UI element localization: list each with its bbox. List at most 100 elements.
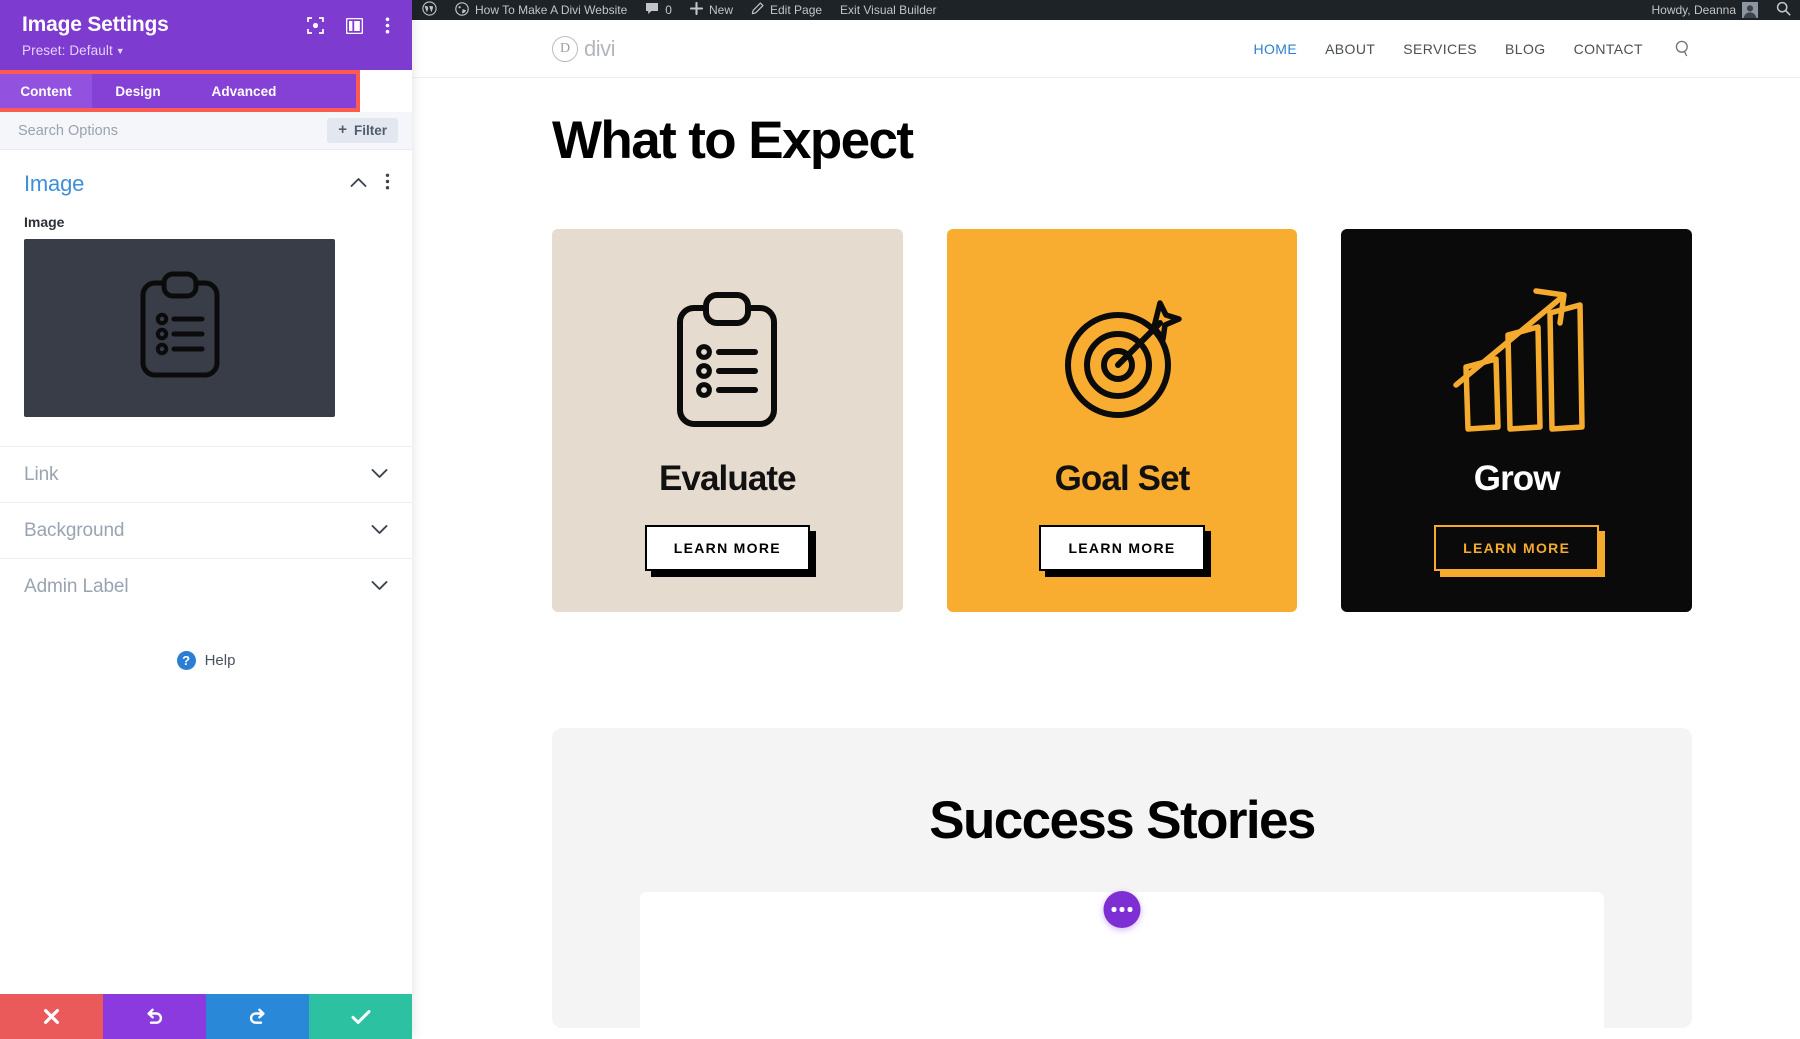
search-options-row: + Filter <box>0 112 412 151</box>
learn-more-button[interactable]: LEARN MORE <box>1039 525 1211 577</box>
chevron-up-icon[interactable] <box>350 175 367 193</box>
accordion-admin-label[interactable]: Admin Label <box>0 558 412 614</box>
ellipsis-dot <box>1127 907 1133 912</box>
new-content-menu[interactable]: New <box>681 0 742 20</box>
dashboard-icon <box>455 1 469 19</box>
image-settings-panel: Image Settings Preset: Default ▼ Content… <box>0 0 412 1039</box>
card-title: Grow <box>1473 459 1561 498</box>
check-icon <box>351 1009 371 1025</box>
exit-visual-builder-link[interactable]: Exit Visual Builder <box>831 0 946 20</box>
learn-more-label: LEARN MORE <box>1039 525 1205 571</box>
accordion-link[interactable]: Link <box>0 446 412 502</box>
cancel-button[interactable] <box>0 994 103 1039</box>
nav-item-about[interactable]: ABOUT <box>1325 41 1375 57</box>
tab-content[interactable]: Content <box>0 74 92 109</box>
target-dart-icon <box>1056 287 1188 435</box>
help-label: Help <box>204 652 236 670</box>
close-icon <box>43 1008 60 1025</box>
redo-icon <box>248 1007 267 1026</box>
chevron-down-icon <box>371 522 388 540</box>
nav-item-blog[interactable]: BLOG <box>1505 41 1546 57</box>
card-title: Evaluate <box>658 459 797 498</box>
undo-button[interactable] <box>103 994 206 1039</box>
nav-item-home[interactable]: HOME <box>1253 41 1297 57</box>
bar-chart-growth-icon <box>1444 287 1590 435</box>
wordpress-logo-icon <box>422 1 437 19</box>
feature-cards: Evaluate LEARN MORE Goal Set LEARN MORE … <box>552 229 1693 612</box>
chevron-down-icon <box>371 466 388 484</box>
module-options-fab[interactable] <box>1103 891 1141 928</box>
edit-page-link[interactable]: Edit Page <box>742 0 831 20</box>
learn-more-label: LEARN MORE <box>1434 525 1600 571</box>
settings-tabs: Content Design Advanced <box>0 74 356 109</box>
clipboard-checklist-icon <box>137 271 223 386</box>
success-stories-heading: Success Stories <box>929 791 1316 850</box>
account-menu[interactable]: Howdy, Deanna <box>1643 0 1768 20</box>
comments-menu[interactable]: 0 <box>636 0 681 20</box>
settings-panel-header: Image Settings Preset: Default ▼ <box>0 0 412 71</box>
image-upload-preview[interactable] <box>24 239 335 418</box>
undo-icon <box>145 1007 164 1026</box>
settings-panel-body: Image Image Link Background Admin Label … <box>0 150 412 994</box>
site-name-label: How To Make A Divi Website <box>475 3 628 17</box>
site-name-menu[interactable]: How To Make A Divi Website <box>446 0 636 20</box>
image-section-header: Image <box>0 150 412 203</box>
nav-item-contact[interactable]: CONTACT <box>1574 41 1643 57</box>
accordion-admin-label-label: Admin Label <box>24 575 129 597</box>
search-icon[interactable] <box>1675 40 1692 57</box>
plus-icon: + <box>338 121 347 139</box>
image-section-kebab-icon[interactable] <box>385 173 390 195</box>
filter-button-label: Filter <box>353 123 387 139</box>
comments-count: 0 <box>665 3 672 17</box>
divi-visual-builder-screen: Image Settings Preset: Default ▼ Content… <box>0 0 1800 1039</box>
feature-card-goal-set[interactable]: Goal Set LEARN MORE <box>946 229 1298 612</box>
help-button[interactable]: ? Help <box>0 651 412 671</box>
wordpress-admin-bar: How To Make A Divi Website 0 New Edit Pa… <box>412 0 1800 20</box>
success-panel: Success Stories <box>552 728 1692 1032</box>
howdy-label: Howdy, Deanna <box>1651 3 1737 17</box>
question-mark-icon: ? <box>176 651 196 671</box>
clipboard-checklist-icon <box>672 287 782 435</box>
primary-nav: HOME ABOUT SERVICES BLOG CONTACT <box>1253 40 1692 57</box>
layout-columns-icon[interactable] <box>345 17 364 39</box>
focus-target-icon[interactable] <box>307 17 324 39</box>
accordion-link-label: Link <box>24 463 59 485</box>
card-title: Goal Set <box>1054 459 1191 498</box>
feature-card-grow[interactable]: Grow LEARN MORE <box>1341 229 1693 612</box>
accordion-background[interactable]: Background <box>0 502 412 558</box>
preset-label: Preset: Default <box>22 43 113 59</box>
wordpress-logo-menu[interactable] <box>412 0 446 20</box>
search-icon <box>1776 1 1791 19</box>
kebab-menu-icon[interactable] <box>385 17 390 39</box>
chevron-down-icon <box>371 578 388 596</box>
ellipsis-dot <box>1119 907 1125 912</box>
comment-bubble-icon <box>645 2 659 18</box>
website-canvas: D divi HOME ABOUT SERVICES BLOG CONTACT … <box>412 20 1800 1039</box>
tab-design[interactable]: Design <box>92 74 184 108</box>
save-button[interactable] <box>309 994 412 1039</box>
site-logo[interactable]: D divi <box>552 35 616 62</box>
edit-page-label: Edit Page <box>770 3 823 17</box>
learn-more-button[interactable]: LEARN MORE <box>644 525 816 577</box>
learn-more-button[interactable]: LEARN MORE <box>1434 525 1606 577</box>
settings-action-bar <box>0 994 412 1039</box>
tabs-filler <box>304 74 356 109</box>
preset-selector[interactable]: Preset: Default ▼ <box>22 43 169 58</box>
settings-panel-title: Image Settings <box>22 13 169 36</box>
exit-builder-label: Exit Visual Builder <box>840 3 937 17</box>
image-field-label: Image <box>24 214 65 231</box>
admin-search-button[interactable] <box>1767 0 1800 20</box>
tab-advanced[interactable]: Advanced <box>184 74 304 108</box>
site-logo-text: divi <box>584 35 616 61</box>
search-options-input[interactable] <box>18 122 248 139</box>
settings-tabs-highlight: Content Design Advanced <box>0 70 360 113</box>
filter-button[interactable]: + Filter <box>327 118 398 144</box>
learn-more-label: LEARN MORE <box>644 525 810 571</box>
plus-icon <box>689 1 704 18</box>
feature-card-evaluate[interactable]: Evaluate LEARN MORE <box>552 229 903 612</box>
site-header: D divi HOME ABOUT SERVICES BLOG CONTACT <box>412 20 1800 78</box>
page-title: What to Expect <box>552 111 914 170</box>
accordion-background-label: Background <box>24 519 125 541</box>
redo-button[interactable] <box>206 994 309 1039</box>
nav-item-services[interactable]: SERVICES <box>1403 41 1477 57</box>
